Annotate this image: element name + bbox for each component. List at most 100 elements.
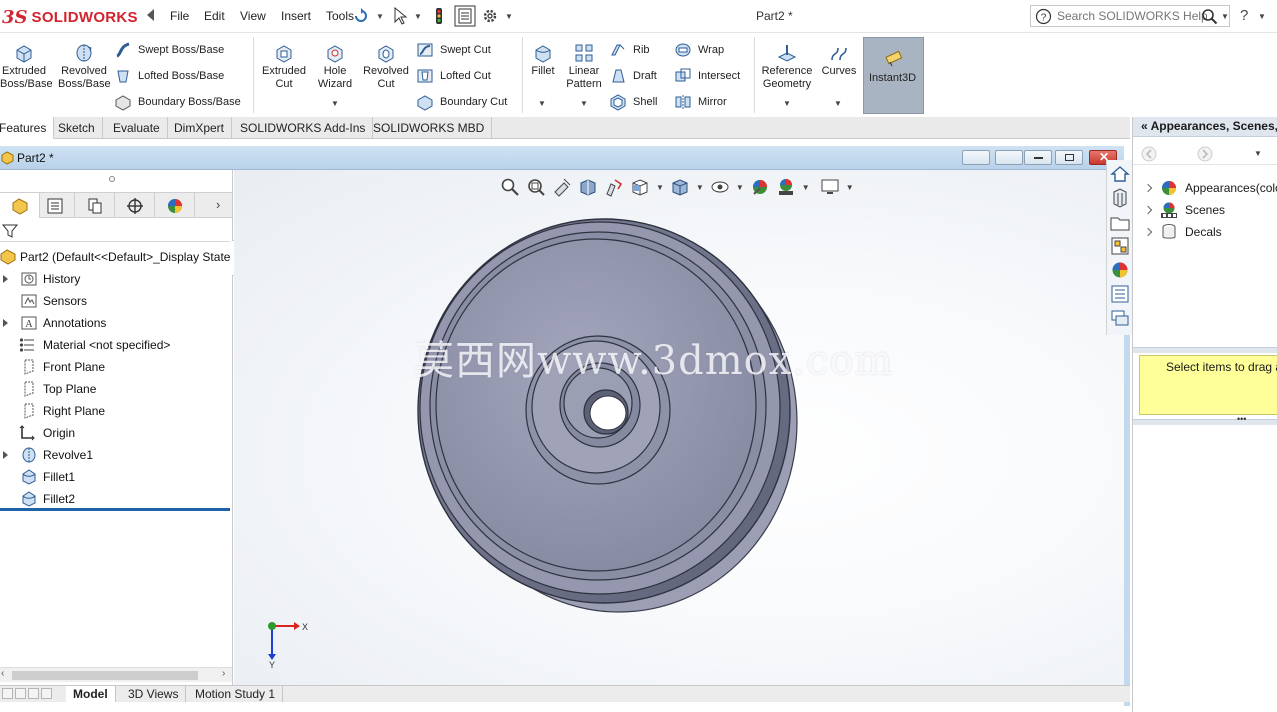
menu-file[interactable]: File [170,9,189,23]
menu-collapse-arrow-icon[interactable] [147,9,154,21]
back-arrow-icon[interactable] [1141,146,1157,162]
scrollbar-thumb[interactable] [12,671,198,680]
menu-view[interactable]: View [240,9,266,23]
display-style-dropdown-icon[interactable]: ▼ [696,183,704,192]
tab-dimxpert[interactable]: DimXpert [167,117,233,139]
apply-scene-dropdown-icon[interactable]: ▼ [802,183,810,192]
task-pane-item-appearances[interactable]: Appearances(color) [1133,177,1277,199]
help-dropdown-icon[interactable]: ▼ [1258,12,1266,21]
tab-feature-tree[interactable] [0,193,40,218]
view-orientation-dropdown-icon[interactable]: ▼ [656,183,664,192]
tab-model[interactable]: Model [66,686,116,702]
appearances-scenes-decals-icon[interactable] [1110,260,1130,280]
view-palette-icon[interactable] [1110,236,1130,256]
graphics-area[interactable]: ▼ ▼ ▼ ▼ ▼ 莫西网www.3dmox.com X Y [234,170,1124,685]
zoom-to-area-icon[interactable] [526,177,546,197]
tab-display-manager[interactable] [155,193,195,218]
rollback-bar[interactable] [0,508,230,511]
help-search-box[interactable]: ? ▼ [1030,5,1230,27]
scroll-left-icon[interactable]: ‹ [1,668,4,679]
tab-evaluate[interactable]: Evaluate [106,117,168,139]
tree-item-revolve1[interactable]: Revolve1 [0,444,232,466]
wrap-button[interactable]: Wrap [674,40,724,60]
feature-tree-horizontal-scrollbar[interactable]: ‹ › [0,667,232,682]
expand-arrow-icon[interactable] [3,451,8,459]
rebuild-icon[interactable] [352,7,370,25]
solidworks-resources-home-icon[interactable] [1110,164,1130,184]
linear-pattern-button[interactable]: Linear Pattern [563,43,605,91]
tree-item-front-plane[interactable]: Front Plane [0,356,232,378]
select-dropdown-icon[interactable]: ▼ [414,12,422,21]
file-properties-icon[interactable] [454,5,476,27]
collapse-chevron-icon[interactable]: « [1141,119,1148,133]
revolved-boss-button[interactable]: Revolved Boss/Base [58,43,111,91]
tab-addins[interactable]: SOLIDWORKS Add-Ins [233,117,374,139]
maximize-button[interactable] [1055,150,1083,165]
view-settings-dropdown-icon[interactable]: ▼ [846,183,854,192]
file-explorer-icon[interactable] [1110,212,1130,232]
reference-geometry-button[interactable]: Reference Geometry [758,43,816,91]
forward-arrow-icon[interactable] [1197,146,1213,162]
tree-item-history[interactable]: History [0,268,232,290]
forum-icon[interactable] [1110,308,1130,328]
extruded-boss-button[interactable]: Extruded Boss/Base [0,43,53,91]
shell-button[interactable]: Shell [609,92,657,112]
search-icon[interactable] [1201,8,1218,25]
intersect-button[interactable]: Intersect [674,66,740,86]
tab-mbd[interactable]: SOLIDWORKS MBD [366,117,493,139]
linear-pattern-dropdown-icon[interactable]: ▼ [580,99,588,108]
tree-item-sensors[interactable]: Sensors [0,290,232,312]
solidworks-logo[interactable]: 3S SOLIDWORKS [2,5,142,29]
tab-sketch[interactable]: Sketch [51,117,103,139]
extruded-cut-button[interactable]: Extruded Cut [258,43,310,91]
task-pane-splitter[interactable]: ••• [1133,414,1277,425]
tree-item-right-plane[interactable]: Right Plane [0,400,232,422]
task-pane-item-decals[interactable]: Decals [1133,221,1277,243]
expand-chevron-icon[interactable] [1143,227,1153,237]
feature-tree-filter[interactable] [0,220,230,242]
hide-show-items-icon[interactable] [710,177,730,197]
tree-item-top-plane[interactable]: Top Plane [0,378,232,400]
tree-item-fillet1[interactable]: Fillet1 [0,466,232,488]
section-view-icon[interactable] [578,177,598,197]
fillet-button[interactable]: Fillet [526,43,560,78]
zoom-to-fit-icon[interactable] [500,177,520,197]
options-gear-icon[interactable] [481,7,499,25]
mirror-button[interactable]: Mirror [674,92,727,112]
tile-horizontal-button[interactable] [962,150,990,165]
lofted-cut-button[interactable]: Lofted Cut [416,66,491,86]
tabs-scroll-right-icon[interactable]: › [216,197,220,212]
hide-show-dropdown-icon[interactable]: ▼ [736,183,744,192]
view-orientation-icon[interactable] [630,177,650,197]
options-dropdown-icon[interactable]: ▼ [505,12,513,21]
custom-properties-icon[interactable] [1110,284,1130,304]
swept-boss-button[interactable]: Swept Boss/Base [114,40,224,60]
task-pane-splitter[interactable] [1133,347,1277,353]
lofted-boss-button[interactable]: Lofted Boss/Base [114,66,224,86]
swept-cut-button[interactable]: Swept Cut [416,40,491,60]
display-style-icon[interactable] [670,177,690,197]
draft-button[interactable]: Draft [609,66,657,86]
expand-chevron-icon[interactable] [1143,183,1153,193]
edit-appearance-icon[interactable] [750,177,770,197]
tree-item-material[interactable]: Material <not specified> [0,334,232,356]
tree-root-part[interactable]: Part2 (Default<<Default>_Display State [0,246,232,268]
menu-insert[interactable]: Insert [281,9,311,23]
part-model-wheel[interactable] [404,210,814,620]
tab-features[interactable]: Features [0,117,55,139]
help-search-input[interactable] [1057,9,1207,23]
tile-vertical-button[interactable] [995,150,1023,165]
instant3d-button[interactable]: Instant3D [863,37,924,114]
tab-configuration-manager[interactable] [75,193,115,218]
task-pane-header[interactable]: « Appearances, Scenes, and Decals [1133,117,1277,137]
help-question-icon[interactable]: ? [1240,7,1248,24]
task-pane-item-scenes[interactable]: Scenes [1133,199,1277,221]
history-dropdown-icon[interactable]: ▼ [1254,149,1262,158]
design-library-icon[interactable] [1110,188,1130,208]
rebuild-dropdown-icon[interactable]: ▼ [376,12,384,21]
tab-motion-study-1[interactable]: Motion Study 1 [188,686,284,702]
tab-3d-views[interactable]: 3D Views [121,686,187,702]
view-settings-icon[interactable] [820,177,840,197]
curves-dropdown-icon[interactable]: ▼ [834,99,842,108]
revolved-cut-button[interactable]: Revolved Cut [360,43,412,91]
